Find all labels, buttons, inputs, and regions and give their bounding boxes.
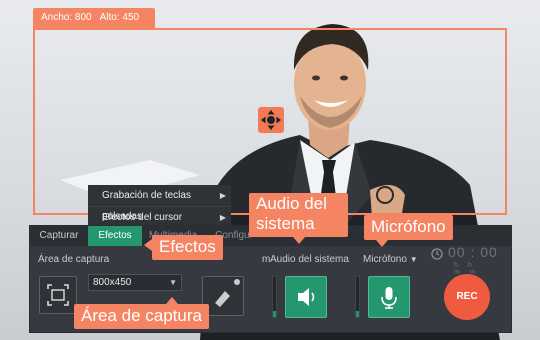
resolution-select[interactable]: 800x450 ▼ (88, 274, 182, 291)
system-audio-level-meter (272, 276, 277, 318)
callout-tail (166, 297, 178, 304)
microphone-icon (381, 287, 397, 309)
height-label: Alto: 450 (99, 12, 140, 23)
microphone-button[interactable] (368, 276, 410, 318)
chevron-right-icon: ▶ (219, 191, 226, 200)
tab-effects[interactable]: Efectos (88, 226, 142, 246)
capture-area-icon[interactable] (39, 276, 77, 314)
timer-display: 00 : 00 (448, 244, 498, 260)
capture-area-label: Área de captura (38, 254, 110, 265)
menu-item-cursor-effects[interactable]: Efectos del cursor ▶ (88, 206, 231, 227)
effects-menu: Grabación de teclas pulsadas ▶ Efectos d… (88, 185, 231, 227)
callout-area-captura: Área de captura (74, 297, 209, 329)
callout-audio-sistema: Audio del sistema (249, 193, 348, 244)
callout-audio-line1: Audio del (256, 194, 327, 213)
callout-microfono: Micrófono (364, 215, 453, 247)
system-audio-level-fill (273, 311, 276, 317)
callout-tail (376, 240, 388, 247)
capture-dimensions-badge: Ancho: 800 Alto: 450 (33, 8, 156, 28)
move-icon[interactable] (258, 107, 284, 133)
microphone-label-text: Micrófono (363, 254, 407, 265)
callout-micro-text: Micrófono (371, 217, 446, 236)
tab-capture[interactable]: Capturar (30, 226, 88, 246)
resolution-value: 800x450 (93, 277, 132, 288)
callout-tail (144, 239, 152, 251)
microphone-label[interactable]: Micrófono ▼ (363, 254, 418, 265)
microphone-level-fill (356, 311, 359, 317)
rec-button[interactable]: REC (444, 274, 490, 320)
system-audio-label: Audio del sistema (270, 254, 349, 265)
callout-area-text: Área de captura (81, 306, 202, 325)
alarm-clock-icon[interactable] (430, 246, 444, 260)
speaker-icon (298, 288, 315, 306)
microphone-level-meter (355, 276, 360, 318)
system-audio-button[interactable] (285, 276, 327, 318)
chevron-down-icon: ▼ (169, 278, 177, 287)
callout-tail (293, 237, 305, 244)
callout-efectos-text: Efectos (159, 237, 216, 256)
callout-efectos: Efectos (144, 235, 223, 260)
callout-audio-line2: sistema (256, 214, 315, 233)
width-label: Ancho: 800 (41, 12, 92, 23)
menu-item-keystrokes[interactable]: Grabación de teclas pulsadas ▶ (88, 185, 231, 222)
chevron-down-icon: ▼ (409, 255, 418, 264)
menu-item-label: Efectos del cursor (102, 212, 183, 223)
